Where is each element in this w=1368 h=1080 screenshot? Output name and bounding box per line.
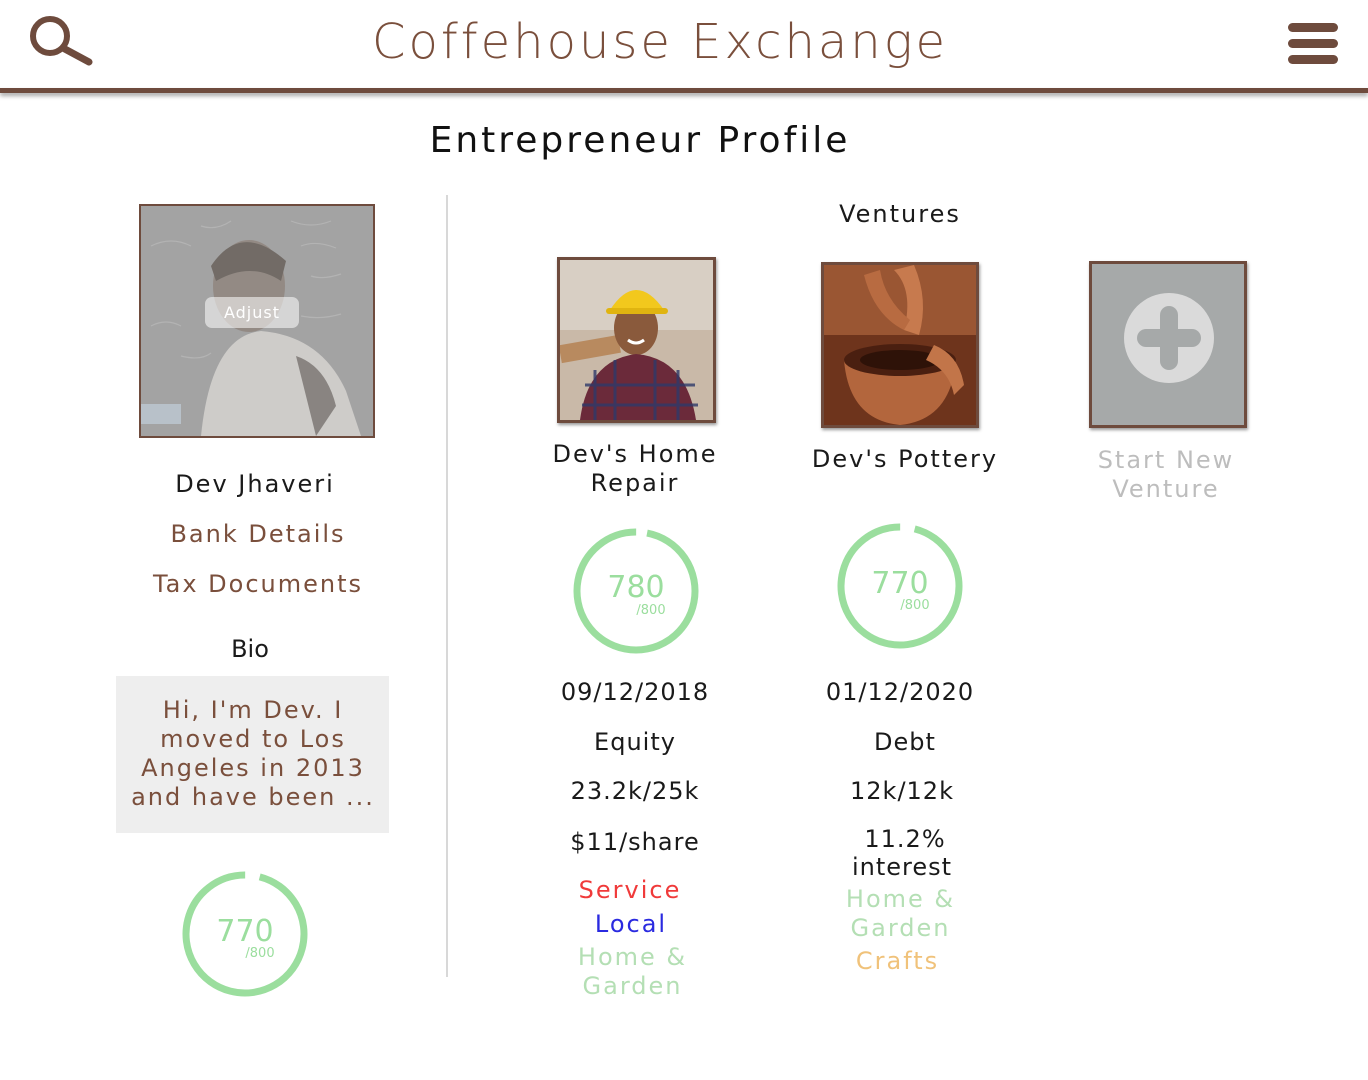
venture-tag[interactable]: Local (520, 910, 742, 939)
venture-tag[interactable]: Service (520, 876, 740, 905)
column-divider (446, 195, 448, 977)
bio-text: Hi, I'm Dev. I moved to Los Angeles in 2… (131, 696, 375, 811)
venture-funding-type: Equity (594, 728, 676, 756)
venture-funding-type: Debt (874, 728, 936, 756)
app-title: Coffehouse Exchange (371, 14, 949, 70)
page-title: Entrepreneur Profile (429, 120, 851, 161)
venture-tag[interactable]: Home & Garden (560, 943, 705, 1001)
venture-terms: $11/share (570, 828, 700, 856)
search-icon[interactable] (28, 14, 94, 66)
venture-tag[interactable]: Crafts (785, 947, 1010, 976)
venture-photo-pottery[interactable] (821, 262, 979, 428)
venture-raised: 12k/12k (850, 777, 954, 805)
profile-name: Dev Jhaveri (175, 470, 335, 498)
bank-details-link[interactable]: Bank Details (120, 520, 396, 548)
tax-documents-link[interactable]: Tax Documents (120, 570, 396, 598)
venture-score-value: 770 (871, 566, 929, 601)
profile-score-value: 770 (216, 914, 274, 949)
bio-heading: Bio (231, 635, 269, 663)
venture-score-max: /800 (636, 603, 666, 618)
venture-score-value: 780 (607, 570, 665, 605)
hamburger-menu-icon[interactable] (1286, 20, 1340, 68)
venture-date: 01/12/2020 (825, 678, 975, 706)
header-divider (0, 88, 1368, 93)
plus-icon[interactable] (1123, 292, 1215, 384)
venture-name[interactable]: Dev's Pottery (790, 445, 1020, 474)
venture-raised: 23.2k/25k (570, 777, 700, 805)
profile-score-max: /800 (245, 946, 275, 961)
ventures-heading: Ventures (839, 200, 961, 228)
venture-photo-home-repair[interactable] (557, 257, 716, 423)
venture-terms-line2: interest (851, 853, 953, 881)
venture-name-line2[interactable]: Repair (520, 469, 750, 498)
venture-tag[interactable]: Home & Garden (828, 885, 973, 943)
venture-terms-line1: 11.2% (864, 825, 946, 853)
venture-score-max: /800 (900, 598, 930, 613)
venture-date: 09/12/2018 (560, 678, 710, 706)
adjust-photo-button[interactable]: Adjust (205, 297, 299, 328)
start-new-venture-label-line1[interactable]: Start New (1050, 446, 1282, 475)
venture-name-line1[interactable]: Dev's Home (520, 440, 750, 469)
start-new-venture-label-line2[interactable]: Venture (1050, 475, 1282, 504)
